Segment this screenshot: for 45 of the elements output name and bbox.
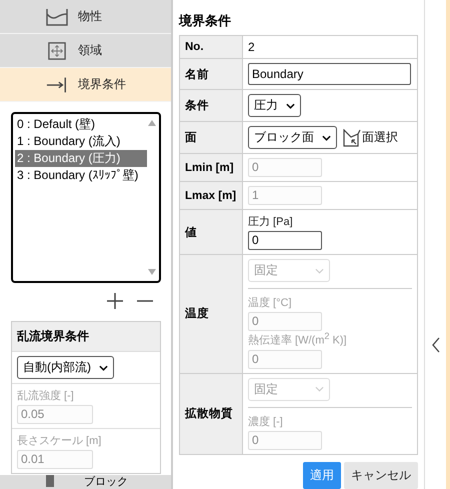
row-label: 面	[180, 122, 242, 154]
field-label: 圧力 [Pa]	[248, 215, 294, 229]
mode-select[interactable]: 自動(内部流)	[17, 356, 114, 379]
face-pick-icon	[343, 128, 361, 146]
input-field[interactable]: Boundary	[248, 63, 411, 85]
chevron-icon	[99, 364, 108, 370]
row-label: Lmax [m]	[180, 182, 242, 210]
sidebar-tab[interactable]: ブロック	[0, 475, 171, 489]
face-select[interactable]: ブロック面	[248, 126, 337, 149]
condition-select[interactable]: 圧力	[248, 94, 301, 117]
list-item[interactable]: 3 : Boundary (ｽﾘｯﾌﾟ壁)	[15, 167, 147, 184]
block-icon	[46, 475, 54, 487]
value-text: 2	[248, 40, 255, 54]
row-label: 温度	[180, 254, 242, 374]
plus-icon[interactable]	[107, 293, 123, 309]
sidebar-tab[interactable]: 領域	[0, 34, 171, 68]
collapse-icon[interactable]	[432, 336, 440, 352]
cancel-button[interactable]: キャンセル	[344, 462, 418, 489]
row-label: 条件	[180, 90, 242, 122]
chevron-icon	[315, 268, 324, 274]
panel-title: 境界条件	[179, 12, 232, 30]
list-item[interactable]: 2 : Boundary (圧力)	[15, 150, 147, 167]
arrow-icon	[46, 76, 68, 94]
sidebar-tab[interactable]: 物性	[0, 0, 171, 34]
field-label: 温度 [°C]	[248, 296, 293, 310]
row-label: Lmin [m]	[180, 154, 242, 182]
chevron-icon	[315, 386, 324, 392]
face-select-button[interactable]: 面選択	[343, 128, 398, 146]
input-field[interactable]: 0	[248, 231, 322, 250]
field-label: 長さスケール [m]	[17, 434, 102, 448]
section-header: 乱流境界条件	[12, 322, 160, 352]
row-label: No.	[180, 36, 242, 58]
list-item[interactable]: 1 : Boundary (流入)	[15, 133, 147, 150]
row-label: 拡散物質	[180, 373, 242, 454]
sidebar-tab[interactable]: 境界条件	[0, 68, 171, 102]
chevron-icon	[322, 134, 331, 140]
list-item[interactable]: 0 : Default (壁)	[15, 116, 147, 133]
move-icon	[46, 42, 68, 60]
field-label: 熱伝達率 [W/(m$^{2}$ K)]	[248, 331, 348, 348]
field-label: 濃度 [-]	[248, 414, 284, 429]
chevron-icon	[286, 102, 295, 108]
row-label: 値	[180, 210, 242, 254]
row-label: 名前	[180, 58, 242, 90]
field-label: 乱流強度 [-]	[17, 388, 75, 403]
curve-icon	[46, 8, 68, 26]
